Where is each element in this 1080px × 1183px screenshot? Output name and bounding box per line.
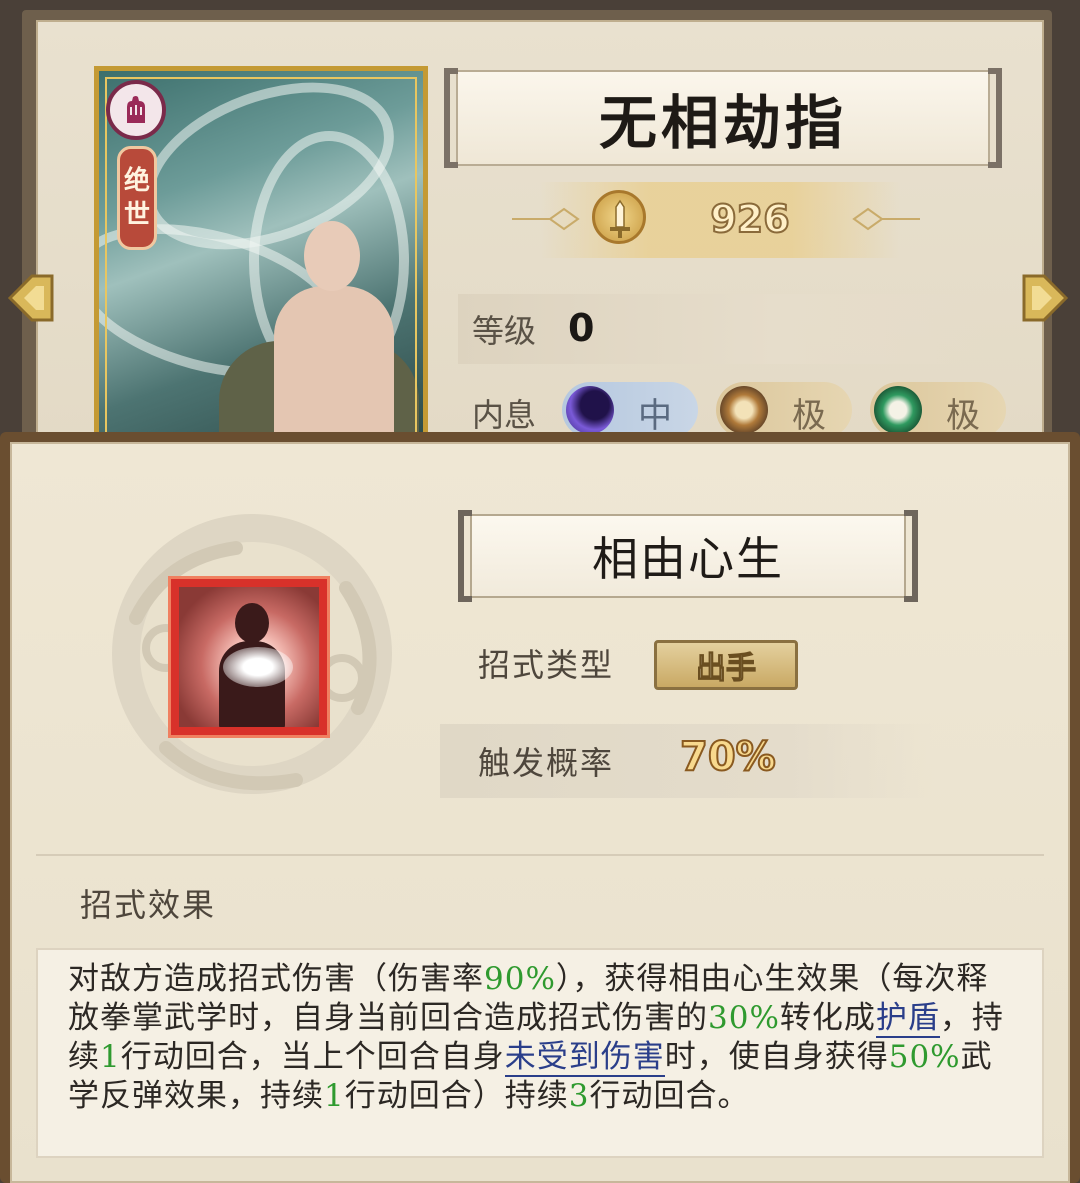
inner-breath-chip[interactable]: 中 [562,382,698,438]
skill-name: 相由心生 [592,532,784,586]
desc-value: 50% [888,1039,961,1075]
chip-label: 极 [792,396,826,436]
rank-tag: 绝 世 [117,146,157,250]
trigger-chance-value: 70% [679,733,777,781]
rank-char: 世 [123,200,150,230]
divider [36,854,1044,856]
level-value: 0 [568,306,595,350]
chip-label: 中 [638,396,672,436]
effect-heading: 招式效果 [80,886,217,924]
keyword-shield-link[interactable]: 护盾 [875,1000,940,1038]
card-title: 无相劫指 [598,89,847,157]
skill-icon [168,576,330,738]
sword-icon [592,190,646,244]
keyword-no-damage-link[interactable]: 未受到伤害 [504,1039,665,1077]
ornament-left-icon [512,207,580,231]
desc-value: 1 [324,1078,345,1114]
desc-value: 30% [708,1000,780,1036]
desc-text: 行动回合。 [589,1078,750,1114]
inner-breath-chip[interactable]: 极 [870,382,1006,438]
bracket-right [988,68,1002,168]
trigger-chance-label: 触发概率 [478,744,615,782]
moon-orb-icon [566,386,614,434]
skill-type-label: 招式类型 [478,646,615,684]
inner-breath-chip[interactable]: 极 [716,382,852,438]
sun-orb-icon [720,386,768,434]
desc-text: 行动回合）持续 [344,1078,569,1114]
desc-text: 转化成 [779,1000,876,1036]
desc-value: 3 [568,1078,590,1114]
rank-char: 绝 [123,166,150,196]
desc-text: 时，使自身获得 [664,1039,889,1075]
fist-icon [106,80,166,140]
desc-value: 90% [484,961,556,997]
desc-text: 对敌方造成招式伤害（伤害率 [68,961,484,997]
next-arrow-icon[interactable] [1014,270,1070,326]
level-row [458,294,988,364]
level-label: 等级 [472,312,537,350]
skill-type-badge: 出手 [654,640,798,690]
chip-label: 极 [946,396,980,436]
desc-value: 1 [100,1039,121,1075]
effect-description: 对敌方造成招式伤害（伤害率90%），获得相由心生效果（每次释放拳掌武学时，自身当… [68,960,1008,1116]
desc-text: 行动回合，当上个回合自身 [120,1039,505,1075]
power-value: 926 [709,196,790,242]
ornament-right-icon [852,207,920,231]
inner-breath-label: 内息 [472,396,537,434]
previous-arrow-icon[interactable] [6,270,56,326]
bracket-right [904,510,918,602]
jade-orb-icon [874,386,922,434]
